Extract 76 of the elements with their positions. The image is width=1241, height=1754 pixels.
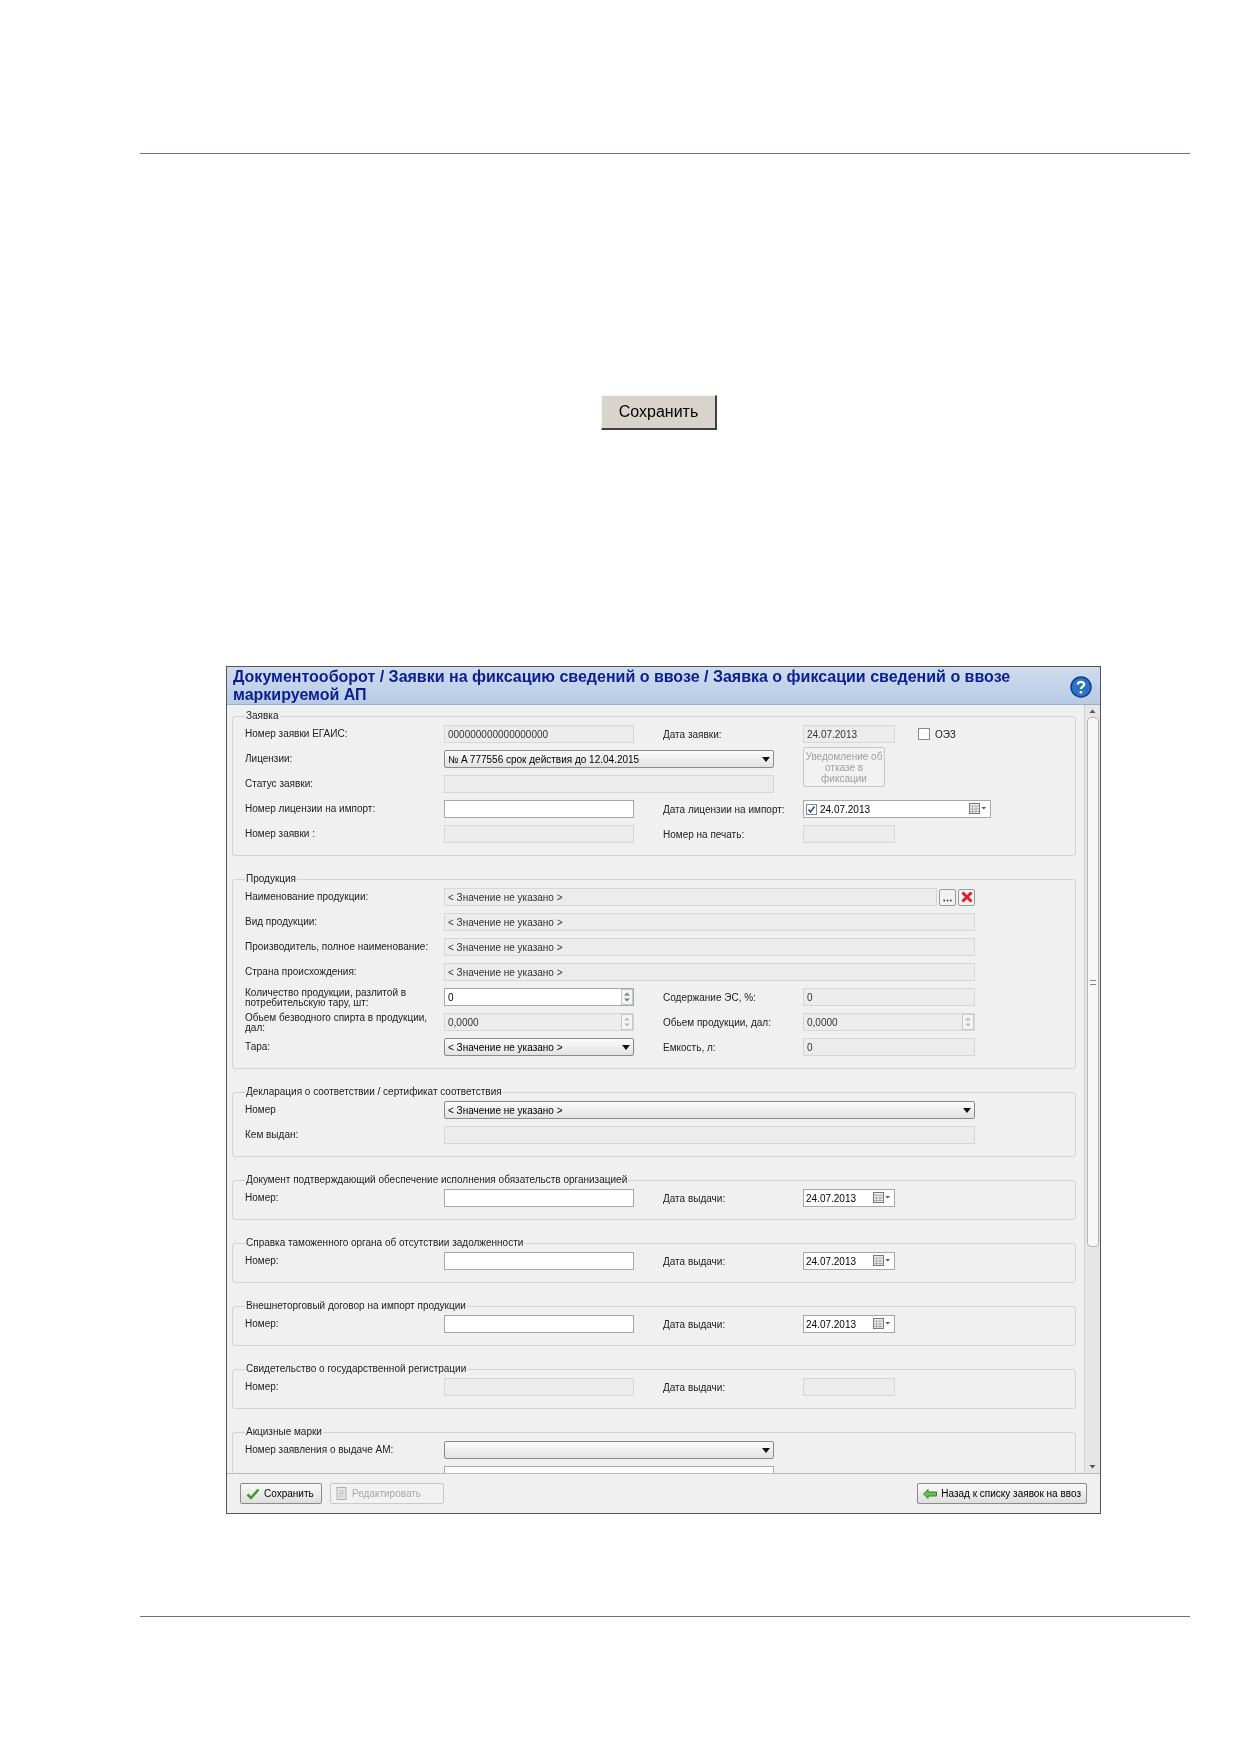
text-field[interactable] bbox=[444, 1252, 634, 1270]
date-field[interactable]: 24.07.2013 bbox=[803, 800, 991, 818]
field-label: Номер заявки : bbox=[245, 829, 315, 839]
save-button[interactable]: Сохранить bbox=[240, 1483, 322, 1504]
field-label: Количество продукции, разлитой в потребительскую тару, шт: bbox=[245, 988, 408, 1008]
field-label: Номер заявки ЕГАИС: bbox=[245, 729, 348, 739]
caret-icon bbox=[963, 1107, 971, 1113]
field-label: Номер заявления о выдаче АМ: bbox=[245, 1445, 394, 1455]
field-label: Дата лицензии на импорт: bbox=[663, 802, 785, 817]
section-legend: Заявка bbox=[245, 710, 280, 722]
browse-button[interactable] bbox=[939, 888, 956, 906]
clear-button[interactable] bbox=[958, 888, 975, 906]
check-icon bbox=[246, 1487, 260, 1500]
field-label: Дата выдачи: bbox=[663, 1317, 726, 1332]
document-icon bbox=[336, 1487, 348, 1500]
field-label: Лицензии: bbox=[245, 754, 293, 764]
help-icon[interactable] bbox=[1070, 676, 1092, 698]
field-label: Обьем продукции, дал: bbox=[663, 1015, 771, 1030]
field-label: Наименование продукции: bbox=[245, 892, 369, 902]
section-legend: Свидетельство о государственной регистрации bbox=[245, 1363, 468, 1375]
section-legend: Справка таможенного органа об отсутствии задолженности bbox=[245, 1237, 525, 1249]
close-icon bbox=[960, 891, 973, 903]
dropdown[interactable]: < Значение не указано > bbox=[444, 1038, 634, 1056]
field-label: Тара: bbox=[245, 1042, 271, 1052]
section-legend: Внешнеторговый договор на импорт продукции bbox=[245, 1300, 467, 1312]
field-label: Номер на печать: bbox=[663, 827, 745, 842]
section-legend: Акцизные марки bbox=[245, 1426, 323, 1438]
calendar-icon[interactable] bbox=[969, 803, 987, 815]
checkbox-label: ОЭЗ bbox=[935, 727, 956, 742]
field-label: Дата выдачи: bbox=[663, 1254, 726, 1269]
field-label: Статус заявки: bbox=[245, 779, 313, 789]
section-legend: Документ подтверждающий обеспечение исполнения обязательств организацией bbox=[245, 1174, 629, 1186]
field-label: Дата выдачи: bbox=[663, 1380, 726, 1395]
field-label: Производитель, полное наименование: bbox=[245, 942, 429, 952]
caret-icon bbox=[622, 1044, 630, 1050]
section-legend: Продукция bbox=[245, 873, 298, 885]
text-field[interactable] bbox=[444, 1189, 634, 1207]
left-arrow-icon bbox=[923, 1488, 938, 1499]
scrollbar[interactable] bbox=[1084, 705, 1100, 1473]
dropdown[interactable]: < Значение не указано > bbox=[444, 1101, 975, 1119]
field-label: Номер bbox=[245, 1105, 276, 1115]
checkbox[interactable] bbox=[806, 803, 817, 815]
field-label: Емкость, л: bbox=[663, 1040, 716, 1055]
field-label: Дата выдачи: bbox=[663, 1191, 726, 1206]
field-label: Дата заявки: bbox=[663, 727, 722, 742]
checkbox[interactable] bbox=[918, 728, 930, 740]
caret-icon bbox=[762, 1447, 770, 1453]
date-field[interactable]: 24.07.2013 bbox=[803, 1252, 895, 1270]
field-label: Страна происхождения: bbox=[245, 967, 357, 977]
calendar-icon[interactable] bbox=[873, 1192, 891, 1204]
back-button[interactable]: Назад к списку заявок на ввоз bbox=[917, 1483, 1087, 1504]
field-label: Обьем безводного спирта в продукции, дал: bbox=[245, 1013, 429, 1033]
field-label: Номер: bbox=[245, 1382, 279, 1392]
spin-field[interactable]: 0 bbox=[444, 988, 634, 1006]
caret-icon bbox=[762, 756, 770, 762]
field-label: Кем выдан: bbox=[245, 1130, 299, 1140]
section-legend: Декларация о соответствии / сертификат соответствия bbox=[245, 1086, 503, 1098]
date-field[interactable]: 24.07.2013 bbox=[803, 1189, 895, 1207]
scroll-down-icon[interactable] bbox=[1088, 1462, 1097, 1471]
field-label: Содержание ЭС, %: bbox=[663, 990, 756, 1005]
calendar-icon[interactable] bbox=[873, 1318, 891, 1330]
field-label: Вид продукции: bbox=[245, 917, 318, 927]
field-label: Номер лицензии на импорт: bbox=[245, 804, 376, 814]
field-label: Номер: bbox=[245, 1193, 279, 1203]
text-field[interactable] bbox=[444, 800, 634, 818]
calendar-icon[interactable] bbox=[873, 1255, 891, 1267]
field-label: Номер: bbox=[245, 1256, 279, 1266]
ellipsis-icon bbox=[943, 898, 952, 902]
dropdown[interactable]: № A 777556 срок действия до 12.04.2015 bbox=[444, 750, 774, 768]
spinner-arrows-icon[interactable] bbox=[621, 989, 633, 1005]
text-field[interactable] bbox=[444, 1315, 634, 1333]
dropdown[interactable] bbox=[444, 1441, 774, 1459]
save-button[interactable]: Сохранить bbox=[601, 395, 717, 430]
date-field[interactable]: 24.07.2013 bbox=[803, 1315, 895, 1333]
window-title: Документооборот / Заявки на фиксацию сведений о ввозе / Заявка о фиксации сведений о ввозе маркируемой АП bbox=[233, 668, 1012, 704]
field-label: Номер: bbox=[245, 1319, 279, 1329]
